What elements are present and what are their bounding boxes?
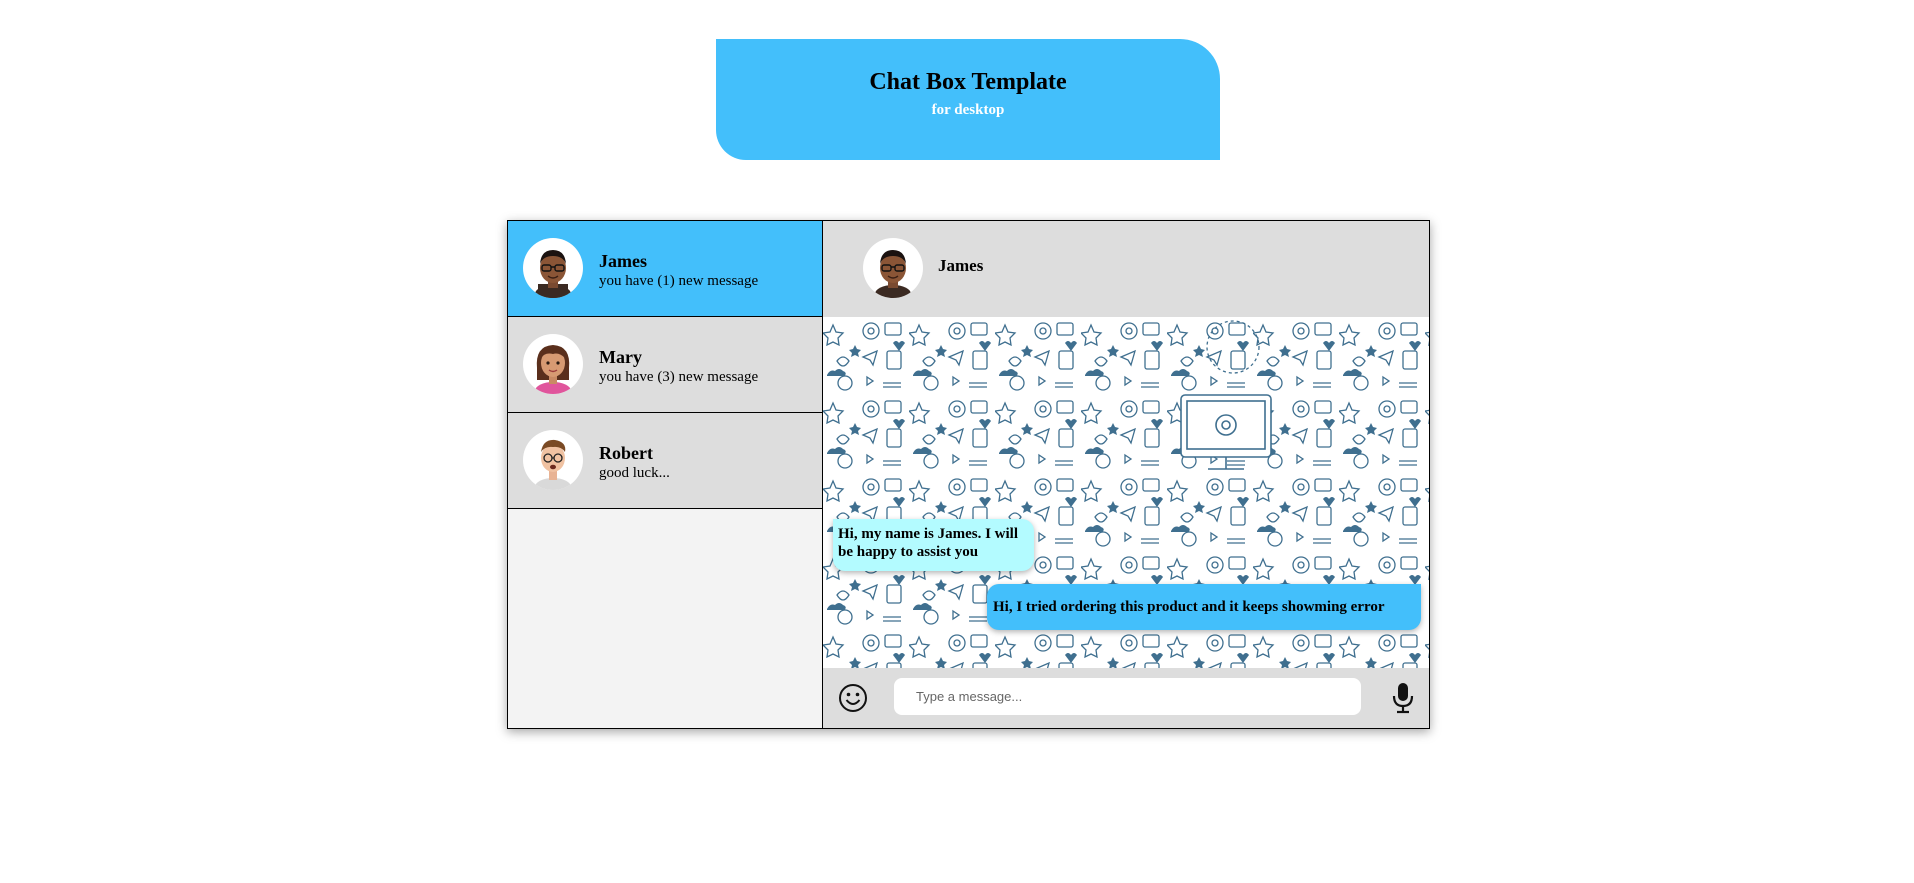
message-bubble-incoming: Hi, my name is James. I will be happy to… (833, 519, 1034, 571)
avatar (523, 334, 583, 394)
message-input[interactable] (894, 678, 1361, 715)
contact-preview: you have (1) new message (599, 273, 759, 289)
page-title: Chat Box Template (869, 69, 1067, 95)
page-subtitle: for desktop (931, 102, 1005, 118)
contact-name: Robert (599, 443, 653, 463)
contact-item-mary[interactable]: Mary you have (3) new message (508, 317, 822, 413)
avatar (523, 238, 583, 298)
chat-box: James you have (1) new message Mary you … (507, 220, 1430, 729)
contact-preview: good luck... (599, 465, 670, 481)
contact-item-robert[interactable]: Robert good luck... (508, 413, 822, 509)
message-bubble-outgoing: Hi, I tried ordering this product and it… (987, 584, 1421, 630)
header-banner: Chat Box Template for desktop (716, 39, 1220, 160)
contact-item-james[interactable]: James you have (1) new message (508, 221, 822, 317)
chat-contact-name: James (938, 256, 984, 275)
chat-header: James (823, 221, 1429, 317)
contact-preview: you have (3) new message (599, 369, 759, 385)
composer-bar (823, 668, 1429, 728)
contact-name: James (599, 251, 647, 271)
chat-pane: James Hi, my name is James. I will be ha… (823, 221, 1429, 728)
message-area[interactable]: Hi, my name is James. I will be happy to… (823, 317, 1429, 668)
smiley-icon[interactable] (838, 683, 868, 713)
contacts-sidebar: James you have (1) new message Mary you … (508, 221, 823, 728)
microphone-icon[interactable] (1388, 681, 1418, 715)
avatar (523, 430, 583, 490)
contact-name: Mary (599, 347, 642, 367)
avatar (863, 238, 923, 298)
